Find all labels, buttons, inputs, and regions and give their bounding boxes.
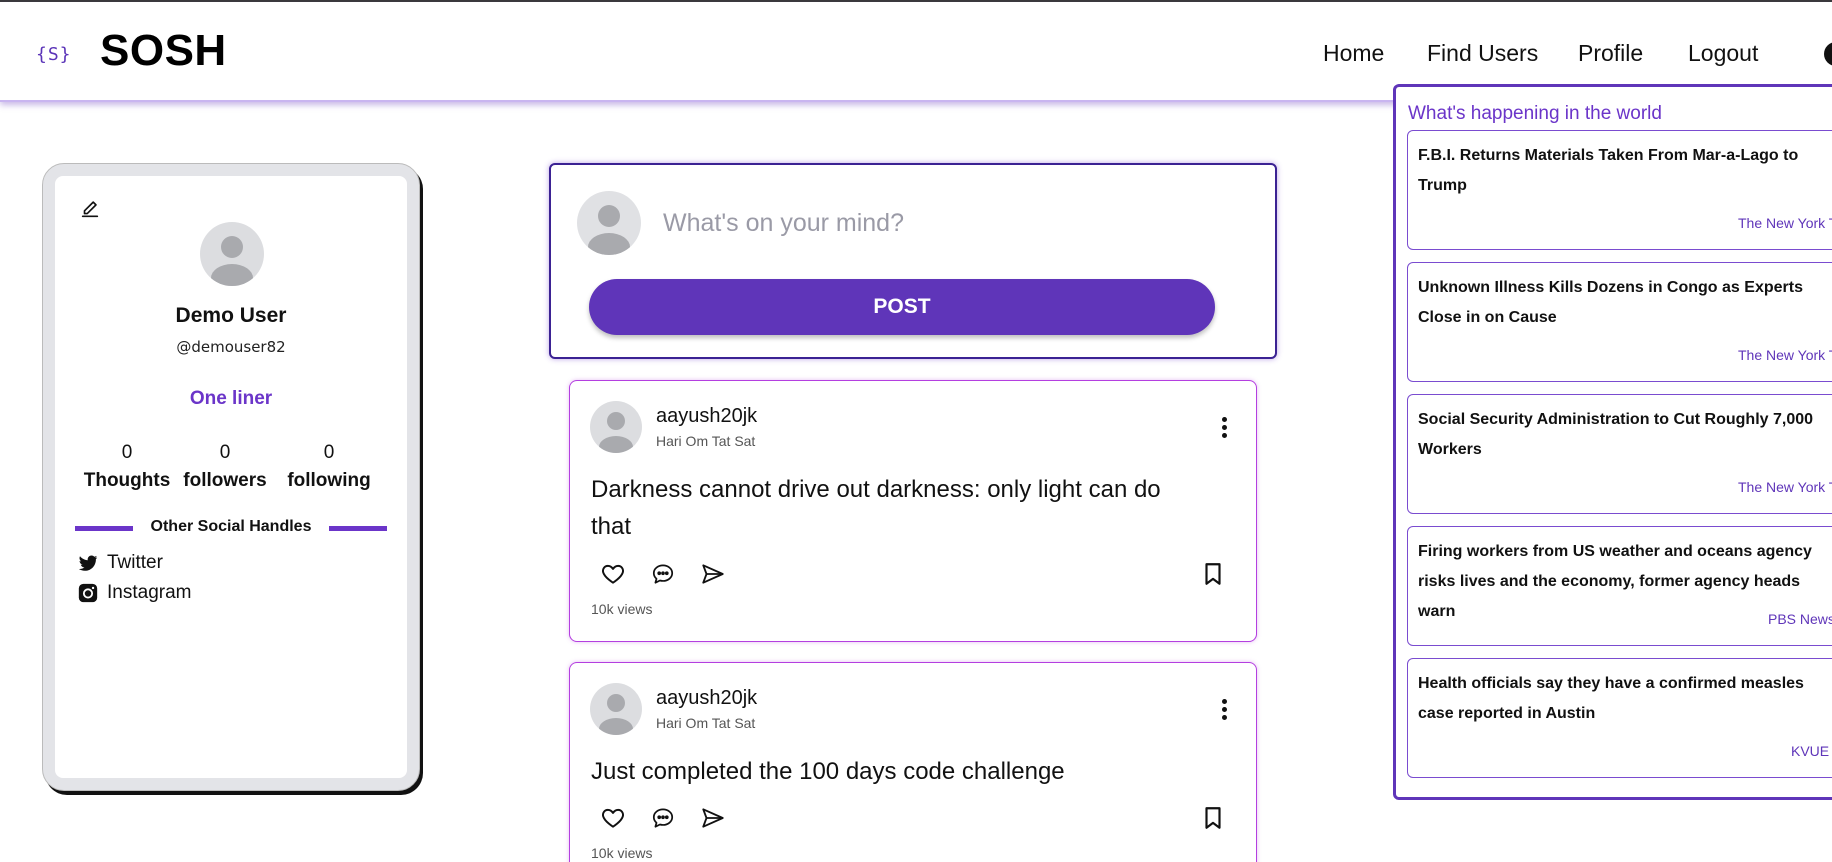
profile-avatar <box>200 222 264 286</box>
post-views: 10k views <box>591 845 653 861</box>
news-item[interactable]: F.B.I. Returns Materials Taken From Mar-… <box>1407 130 1832 250</box>
bookmark-icon[interactable] <box>1200 805 1226 831</box>
post-user-bio: Hari Om Tat Sat <box>656 715 756 731</box>
nav-find-users-link[interactable]: Find Users <box>1427 40 1538 67</box>
theme-toggle-icon[interactable] <box>1824 42 1832 66</box>
divider-line-left <box>75 526 133 531</box>
news-headline: F.B.I. Returns Materials Taken From Mar-… <box>1418 147 1799 194</box>
stat-thoughts: 0 Thoughts <box>79 442 175 492</box>
twitter-icon <box>78 555 98 571</box>
post-composer: POST <box>549 163 1277 359</box>
social-label-twitter: Twitter <box>107 552 163 573</box>
stat-following[interactable]: 0 following <box>277 442 381 492</box>
post-views: 10k views <box>591 601 653 617</box>
more-options-icon[interactable] <box>1220 699 1228 723</box>
composer-input[interactable] <box>663 205 1243 241</box>
post-actions <box>600 561 1240 589</box>
stat-thoughts-count: 0 <box>121 442 133 463</box>
edit-pencil-icon[interactable] <box>79 198 101 220</box>
news-item[interactable]: Firing workers from US weather and ocean… <box>1407 526 1832 646</box>
news-panel-title: What's happening in the world <box>1408 103 1662 124</box>
profile-card-inner: Demo User @demouser82 One liner 0 Though… <box>55 176 407 778</box>
post-button[interactable]: POST <box>589 279 1215 335</box>
news-item[interactable]: Health officials say they have a confirm… <box>1407 658 1832 778</box>
news-panel: What's happening in the world F.B.I. Ret… <box>1393 84 1832 800</box>
more-options-icon[interactable] <box>1220 417 1228 441</box>
social-handles-title: Other Social Handles <box>150 518 312 535</box>
post-username[interactable]: aayush20jk <box>656 687 757 710</box>
profile-one-liner: One liner <box>189 388 273 409</box>
comment-icon[interactable] <box>650 561 676 587</box>
stat-followers-count: 0 <box>219 442 231 463</box>
post-actions <box>600 805 1240 833</box>
stat-thoughts-label: Thoughts <box>83 470 171 491</box>
social-link-twitter[interactable]: Twitter <box>77 552 163 574</box>
nav-profile-link[interactable]: Profile <box>1578 40 1643 67</box>
like-heart-icon[interactable] <box>600 561 626 587</box>
logo-mark: {S} <box>36 44 72 65</box>
post-text: Darkness cannot drive out darkness: only… <box>591 476 1161 540</box>
news-headline: Health officials say they have a confirm… <box>1418 675 1804 722</box>
news-source: The New York Times <box>1738 347 1832 363</box>
divider-line-right <box>329 526 387 531</box>
like-heart-icon[interactable] <box>600 805 626 831</box>
news-item[interactable]: Social Security Administration to Cut Ro… <box>1407 394 1832 514</box>
nav-home-link[interactable]: Home <box>1323 40 1384 67</box>
social-label-instagram: Instagram <box>107 582 192 603</box>
post-text: Just completed the 100 days code challen… <box>591 758 1065 785</box>
profile-name: Demo User <box>175 304 287 327</box>
logo-text[interactable]: SOSH <box>100 26 227 76</box>
post-avatar[interactable] <box>590 401 642 453</box>
share-send-icon[interactable] <box>700 561 726 587</box>
news-source: The New York Times <box>1738 479 1832 495</box>
stat-followers[interactable]: 0 followers <box>175 442 275 492</box>
social-link-instagram[interactable]: Instagram <box>77 582 191 604</box>
bookmark-icon[interactable] <box>1200 561 1226 587</box>
stat-following-label: following <box>287 470 371 491</box>
social-handles-header: Other Social Handles <box>75 516 387 540</box>
news-source: KVUE <box>1791 743 1830 759</box>
news-headline: Unknown Illness Kills Dozens in Congo as… <box>1418 279 1803 326</box>
comment-icon[interactable] <box>650 805 676 831</box>
news-source: PBS News <box>1768 611 1832 627</box>
news-source: The New York Times <box>1738 215 1832 231</box>
profile-card: Demo User @demouser82 One liner 0 Though… <box>42 163 420 791</box>
profile-handle: @demouser82 <box>176 338 286 356</box>
instagram-icon <box>78 583 98 603</box>
post-card: aayush20jk Hari Om Tat Sat Just complete… <box>569 662 1257 862</box>
news-item[interactable]: Unknown Illness Kills Dozens in Congo as… <box>1407 262 1832 382</box>
post-username[interactable]: aayush20jk <box>656 405 757 428</box>
stat-followers-label: followers <box>183 470 267 491</box>
post-card: aayush20jk Hari Om Tat Sat Darkness cann… <box>569 380 1257 642</box>
post-avatar[interactable] <box>590 683 642 735</box>
post-user-bio: Hari Om Tat Sat <box>656 433 756 449</box>
stat-following-count: 0 <box>323 442 335 463</box>
share-send-icon[interactable] <box>700 805 726 831</box>
news-headline: Social Security Administration to Cut Ro… <box>1418 411 1814 458</box>
composer-avatar <box>577 191 641 255</box>
nav-logout-link[interactable]: Logout <box>1688 40 1758 67</box>
